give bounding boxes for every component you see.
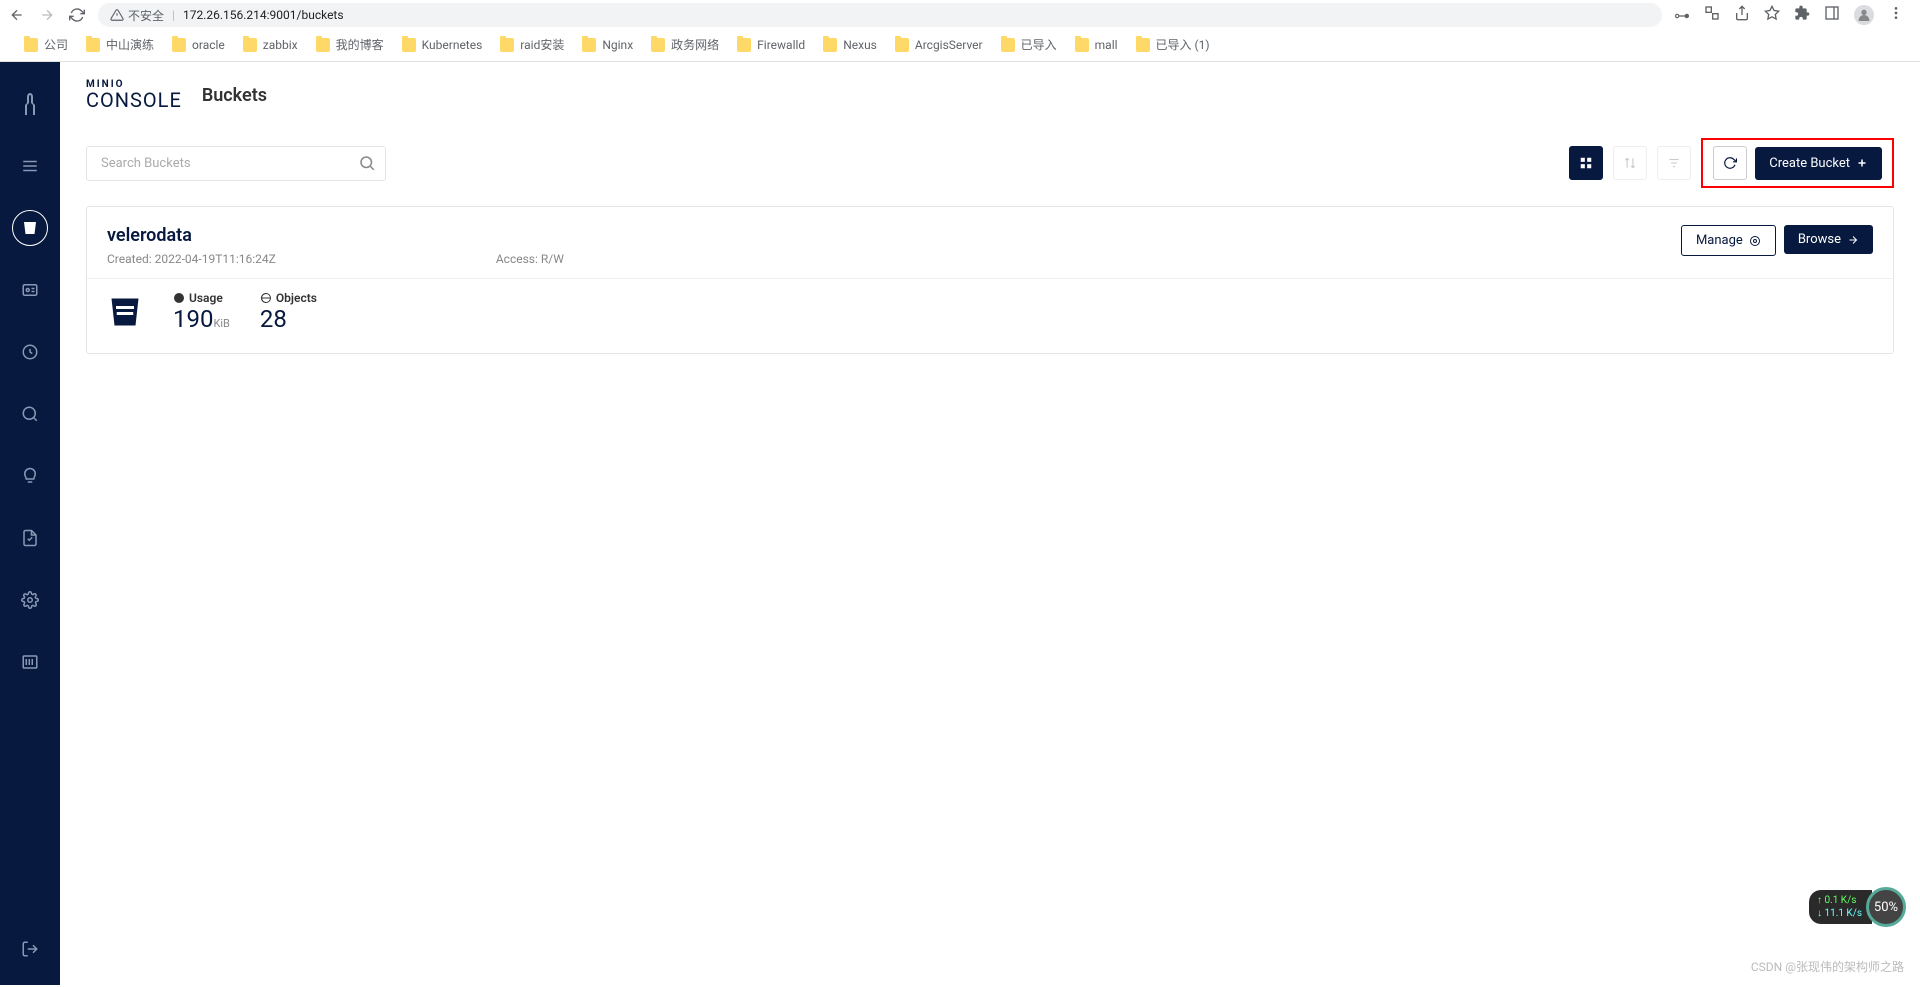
bucket-name: velerodata bbox=[107, 225, 564, 246]
sidebar-settings-icon[interactable] bbox=[12, 582, 48, 618]
sidebar-documentation-icon[interactable] bbox=[12, 644, 48, 680]
bookmark-item[interactable]: Kubernetes bbox=[396, 36, 489, 54]
bucket-card: velerodata Created: 2022-04-19T11:16:24Z… bbox=[86, 206, 1894, 354]
url-text: 172.26.156.214:9001/buckets bbox=[183, 8, 344, 22]
folder-icon bbox=[172, 38, 186, 52]
bookmark-item[interactable]: ArcgisServer bbox=[889, 36, 989, 54]
folder-icon bbox=[24, 38, 38, 52]
objects-stat: Objects 28 bbox=[260, 291, 317, 333]
bookmark-item[interactable]: Nexus bbox=[817, 36, 883, 54]
folder-icon bbox=[86, 38, 100, 52]
sort-button[interactable] bbox=[1613, 146, 1647, 180]
sidebar-support-icon[interactable] bbox=[12, 458, 48, 494]
key-icon[interactable]: ⊶ bbox=[1674, 6, 1690, 25]
bookmark-item[interactable]: 中山演练 bbox=[80, 34, 160, 55]
bookmark-item[interactable]: mall bbox=[1069, 36, 1124, 54]
net-percent: 50% bbox=[1866, 887, 1906, 927]
bucket-icon bbox=[107, 294, 143, 330]
filter-button[interactable] bbox=[1657, 146, 1691, 180]
sidebar-identity-icon[interactable] bbox=[12, 272, 48, 308]
page-title: Buckets bbox=[202, 85, 267, 106]
folder-icon bbox=[1136, 38, 1150, 52]
main-header: MINIO CONSOLE Buckets bbox=[60, 62, 1920, 124]
bookmark-item[interactable]: 公司 bbox=[18, 34, 74, 55]
sidebar-logo-icon[interactable] bbox=[12, 86, 48, 122]
sidebar-access-icon[interactable] bbox=[12, 334, 48, 370]
sidebar-buckets-icon[interactable] bbox=[12, 210, 48, 246]
search-wrap bbox=[86, 146, 386, 181]
menu-icon[interactable] bbox=[1888, 5, 1904, 25]
panel-icon[interactable] bbox=[1824, 5, 1840, 25]
back-button[interactable] bbox=[8, 6, 26, 24]
folder-icon bbox=[1001, 38, 1015, 52]
menu-toggle-icon[interactable] bbox=[12, 148, 48, 184]
bucket-access: Access: R/W bbox=[496, 252, 564, 266]
folder-icon bbox=[582, 38, 596, 52]
forward-button[interactable] bbox=[38, 6, 56, 24]
refresh-button[interactable] bbox=[1713, 146, 1747, 180]
sidebar bbox=[0, 62, 60, 985]
bookmark-item[interactable]: zabbix bbox=[237, 36, 304, 54]
bucket-created: Created: 2022-04-19T11:16:24Z bbox=[107, 252, 276, 266]
bookmark-item[interactable]: 已导入 (1) bbox=[1130, 34, 1216, 55]
bookmark-item[interactable]: Firewalld bbox=[731, 36, 811, 54]
highlighted-actions: Create Bucket bbox=[1701, 138, 1894, 188]
sidebar-license-icon[interactable] bbox=[12, 520, 48, 556]
network-widget: ↑ 0.1 K/s ↓ 11.1 K/s 50% bbox=[1809, 887, 1906, 927]
sidebar-logout-icon[interactable] bbox=[12, 931, 48, 967]
folder-icon bbox=[500, 38, 514, 52]
reload-button[interactable] bbox=[68, 6, 86, 24]
logo-bottom: CONSOLE bbox=[86, 90, 182, 110]
bookmarks-bar: 公司 中山演练 oracle zabbix 我的博客 Kubernetes ra… bbox=[0, 30, 1920, 61]
grid-view-button[interactable] bbox=[1569, 146, 1603, 180]
net-upload: ↑ 0.1 K/s bbox=[1817, 894, 1862, 907]
main-content: MINIO CONSOLE Buckets Create Bucket bbox=[60, 62, 1920, 985]
avatar[interactable] bbox=[1854, 5, 1874, 25]
browser-actions: ⊶ bbox=[1674, 5, 1912, 25]
manage-button[interactable]: Manage bbox=[1681, 225, 1776, 256]
bookmark-item[interactable]: Nginx bbox=[576, 36, 639, 54]
folder-icon bbox=[823, 38, 837, 52]
bookmark-item[interactable]: 政务网络 bbox=[645, 34, 725, 55]
sidebar-monitoring-icon[interactable] bbox=[12, 396, 48, 432]
browse-button[interactable]: Browse bbox=[1784, 225, 1873, 254]
bookmark-item[interactable]: raid安装 bbox=[494, 34, 570, 55]
folder-icon bbox=[895, 38, 909, 52]
usage-stat: Usage 190KiB bbox=[173, 291, 230, 333]
net-download: ↓ 11.1 K/s bbox=[1817, 907, 1862, 920]
star-icon[interactable] bbox=[1764, 5, 1780, 25]
folder-icon bbox=[651, 38, 665, 52]
browser-chrome: 不安全 | 172.26.156.214:9001/buckets ⊶ 公司 中… bbox=[0, 0, 1920, 62]
bookmark-item[interactable]: 我的博客 bbox=[310, 34, 390, 55]
share-icon[interactable] bbox=[1734, 5, 1750, 25]
folder-icon bbox=[1075, 38, 1089, 52]
folder-icon bbox=[402, 38, 416, 52]
folder-icon bbox=[737, 38, 751, 52]
url-bar[interactable]: 不安全 | 172.26.156.214:9001/buckets bbox=[98, 3, 1662, 27]
toolbar: Create Bucket bbox=[86, 138, 1894, 188]
search-input[interactable] bbox=[86, 146, 386, 181]
logo: MINIO CONSOLE bbox=[86, 80, 182, 110]
create-bucket-button[interactable]: Create Bucket bbox=[1755, 147, 1882, 180]
security-text: 不安全 bbox=[128, 7, 164, 24]
watermark: CSDN @张现伟的架构师之路 bbox=[1751, 958, 1904, 975]
bookmark-item[interactable]: oracle bbox=[166, 36, 231, 54]
security-warning-icon: 不安全 bbox=[110, 7, 164, 24]
extensions-icon[interactable] bbox=[1794, 5, 1810, 25]
search-icon bbox=[358, 154, 376, 176]
bookmark-item[interactable]: 已导入 bbox=[995, 34, 1063, 55]
folder-icon bbox=[316, 38, 330, 52]
folder-icon bbox=[243, 38, 257, 52]
translate-icon[interactable] bbox=[1704, 5, 1720, 25]
